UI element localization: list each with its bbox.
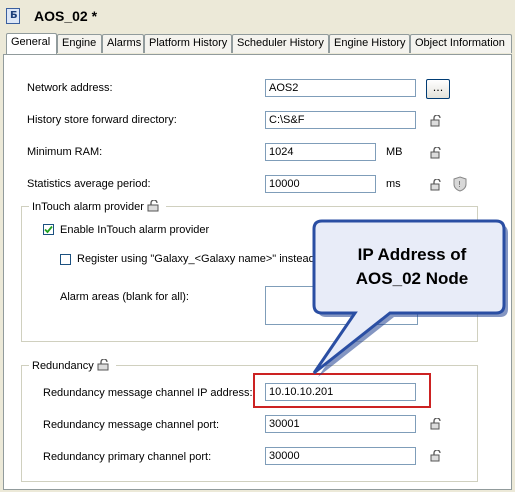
redundancy-primary-input[interactable]: 30000 <box>265 447 416 465</box>
alarm-areas-label: Alarm areas (blank for all): <box>60 291 189 303</box>
lock-icon[interactable] <box>430 147 444 159</box>
lock-icon <box>97 358 109 371</box>
callout-balloon <box>312 219 508 377</box>
stats-period-input[interactable]: 10000 <box>265 175 376 193</box>
svg-text:!: ! <box>458 180 461 189</box>
tab-engine[interactable]: Engine <box>57 34 102 53</box>
tab-platform-history[interactable]: Platform History <box>144 34 232 53</box>
callout-line-1: IP Address of <box>357 245 467 264</box>
tab-strip: General Engine Alarms Platform History S… <box>0 33 515 55</box>
register-galaxy-label: Register using "Galaxy_<Galaxy name>" in… <box>77 253 322 265</box>
register-galaxy-checkbox[interactable] <box>60 254 71 265</box>
redundancy-port-label: Redundancy message channel port: <box>43 419 220 431</box>
redundancy-primary-label: Redundancy primary channel port: <box>43 451 212 463</box>
enable-intouch-label: Enable InTouch alarm provider <box>60 224 210 236</box>
title-bar: Б AOS_02 * <box>0 0 515 34</box>
enable-intouch-checkbox[interactable] <box>43 224 54 235</box>
lock-icon <box>147 199 159 212</box>
callout-line-2: AOS_02 Node <box>355 269 469 288</box>
tab-scheduler-history[interactable]: Scheduler History <box>232 34 329 53</box>
checkmark-icon <box>44 225 53 234</box>
tab-alarms[interactable]: Alarms <box>102 34 144 53</box>
window-title: AOS_02 * <box>34 8 98 24</box>
network-address-input[interactable]: AOS2 <box>265 79 416 97</box>
lock-icon[interactable] <box>430 179 444 191</box>
history-dir-input[interactable]: C:\S&F <box>265 111 416 129</box>
redundancy-ip-label: Redundancy message channel IP address: <box>43 387 253 399</box>
min-ram-input[interactable]: 1024 <box>265 143 376 161</box>
tab-object-information[interactable]: Object Information <box>410 34 512 53</box>
min-ram-label: Minimum RAM: <box>27 146 103 158</box>
object-instance-icon: Б <box>6 8 20 24</box>
intouch-group-title: InTouch alarm provider <box>29 199 166 213</box>
stats-period-label: Statistics average period: <box>27 178 151 190</box>
network-address-label: Network address: <box>27 82 113 94</box>
browse-button[interactable]: ... <box>426 79 450 99</box>
history-dir-label: History store forward directory: <box>27 114 177 126</box>
stats-period-unit: ms <box>386 178 401 190</box>
redundancy-group-title: Redundancy <box>29 358 116 372</box>
lock-icon[interactable] <box>430 115 444 127</box>
redundancy-port-input[interactable]: 30001 <box>265 415 416 433</box>
lock-icon[interactable] <box>430 418 444 430</box>
shield-icon[interactable]: ! <box>453 176 467 192</box>
tab-general[interactable]: General <box>6 33 57 54</box>
lock-icon[interactable] <box>430 450 444 462</box>
min-ram-unit: MB <box>386 146 403 158</box>
tab-engine-history[interactable]: Engine History <box>329 34 410 53</box>
